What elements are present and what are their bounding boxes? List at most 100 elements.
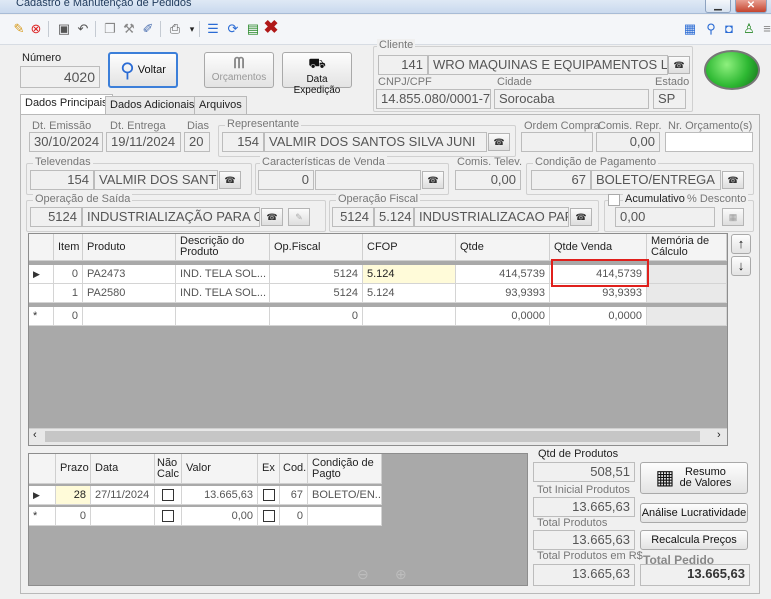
cod-cell[interactable]: 67	[280, 486, 308, 505]
col-opfiscal[interactable]: Op.Fiscal	[270, 234, 363, 261]
col-produto[interactable]: Produto	[83, 234, 176, 261]
cfop-cell[interactable]	[363, 307, 456, 326]
export-icon[interactable]: ▤	[244, 19, 262, 39]
cond-pagamento-name[interactable]: BOLETO/ENTREGA	[591, 170, 721, 190]
descricao-cell[interactable]: IND. TELA SOL...	[176, 284, 270, 303]
minimize-button[interactable]: ▁	[705, 0, 731, 13]
scroll-left-icon[interactable]: ‹	[33, 429, 37, 441]
cancel-icon[interactable]: ⊗	[27, 19, 45, 39]
menu-icon[interactable]: ≡	[758, 19, 771, 39]
window-icon[interactable]: ◘	[720, 19, 738, 39]
pencil-icon[interactable]: ✐	[139, 19, 157, 39]
representante-code[interactable]: 154	[222, 132, 264, 152]
caracteristicas-lookup-button[interactable]: ☎	[422, 171, 444, 189]
data-cell[interactable]: 27/11/2024	[91, 486, 155, 505]
item-cell[interactable]: 0	[54, 265, 83, 284]
col-item[interactable]: Item	[54, 234, 83, 261]
televendas-code[interactable]: 154	[30, 170, 94, 190]
undo-icon[interactable]: ↶	[74, 19, 92, 39]
caracteristicas-code[interactable]: 0	[258, 170, 314, 190]
item-cell[interactable]: 0	[54, 307, 83, 326]
refresh-icon[interactable]: ⟳	[224, 19, 242, 39]
comis-telev-field[interactable]: 0,00	[455, 170, 521, 190]
col-qtde-venda[interactable]: Qtde Venda	[550, 234, 647, 261]
produto-cell[interactable]: PA2580	[83, 284, 176, 303]
op-saida-name[interactable]: INDUSTRIALIZAÇÃO PARA OU	[82, 207, 260, 227]
col-nao-calc[interactable]: Não Calc	[155, 454, 182, 484]
row-marker[interactable]	[29, 284, 54, 303]
orcamentos-button[interactable]: ᗰ Orçamentos	[204, 52, 274, 88]
qtde-cell[interactable]: 414,5739	[456, 265, 550, 284]
desconto-calc-button[interactable]: ▦	[722, 208, 744, 226]
cond-pagamento-code[interactable]: 67	[531, 170, 591, 190]
representante-lookup-button[interactable]: ☎	[488, 133, 510, 151]
col-memoria[interactable]: Memória de Cálculo	[647, 234, 727, 261]
tools-icon[interactable]: ⚒	[120, 19, 138, 39]
col-data[interactable]: Data	[91, 454, 155, 484]
opfiscal-cell[interactable]: 5124	[270, 265, 363, 284]
col-cfop[interactable]: CFOP	[363, 234, 456, 261]
col-prazo[interactable]: Prazo	[56, 454, 91, 484]
close-window-button[interactable]: ✕	[735, 0, 767, 13]
col-valor[interactable]: Valor	[182, 454, 258, 484]
condicao-cell[interactable]: BOLETO/EN...	[308, 486, 382, 505]
opfiscal-cell[interactable]: 5124	[270, 284, 363, 303]
op-fiscal-name[interactable]: INDUSTRIALIZACAO PAR	[414, 207, 569, 227]
valor-cell[interactable]: 0,00	[182, 507, 258, 526]
item-cell[interactable]: 1	[54, 284, 83, 303]
cond-pagamento-lookup-button[interactable]: ☎	[722, 171, 744, 189]
new-row-marker[interactable]: *	[29, 507, 56, 526]
descricao-cell[interactable]	[176, 307, 270, 326]
nao-calc-checkbox[interactable]	[155, 507, 182, 526]
ex-checkbox[interactable]	[258, 507, 280, 526]
numero-field[interactable]: 4020	[20, 66, 100, 88]
voltar-button[interactable]: ⚲ Voltar	[108, 52, 178, 88]
comis-repr-field[interactable]: 0,00	[596, 132, 660, 152]
analise-lucratividade-button[interactable]: Análise Lucratividade	[640, 503, 748, 523]
valor-cell[interactable]: 13.665,63	[182, 486, 258, 505]
acumulativo-checkbox[interactable]	[608, 194, 620, 206]
row-marker[interactable]: ▶	[29, 265, 54, 284]
zoom-in-icon[interactable]: ⊕	[395, 566, 407, 583]
memoria-cell[interactable]	[647, 307, 727, 326]
col-condicao[interactable]: Condição de Pagto	[308, 454, 382, 484]
zoom-out-icon[interactable]: ⊖	[357, 566, 369, 583]
op-saida-lookup-button[interactable]: ☎	[261, 208, 283, 226]
tab-arquivos[interactable]: Arquivos	[194, 96, 247, 114]
dias-field[interactable]: 20	[184, 132, 210, 152]
prazo-cell[interactable]: 28	[56, 486, 91, 505]
recalcula-precos-button[interactable]: Recalcula Preços	[640, 530, 748, 550]
qtde-cell[interactable]: 93,9393	[456, 284, 550, 303]
ordem-compra-field[interactable]	[521, 132, 593, 152]
col-cod[interactable]: Cod.	[280, 454, 308, 484]
op-fiscal-lookup-button[interactable]: ☎	[570, 208, 592, 226]
ex-checkbox[interactable]	[258, 486, 280, 505]
estado-field[interactable]: SP	[653, 89, 686, 109]
memoria-cell[interactable]	[647, 265, 727, 284]
tab-dados-adicionais[interactable]: Dados Adicionais	[105, 96, 200, 114]
qtde-cell[interactable]: 0,0000	[456, 307, 550, 326]
new-row-marker[interactable]: *	[29, 307, 54, 326]
representante-name[interactable]: VALMIR DOS SANTOS SILVA JUNI	[264, 132, 487, 152]
cliente-name[interactable]: WRO MAQUINAS E EQUIPAMENTOS LT	[428, 55, 668, 75]
op-saida-code[interactable]: 5124	[30, 207, 82, 227]
qtde-venda-cell[interactable]: 0,0000	[550, 307, 647, 326]
caracteristicas-name[interactable]	[315, 170, 421, 190]
op-fiscal-code[interactable]: 5124	[332, 207, 374, 227]
search-settings-icon[interactable]: ⚲	[702, 19, 720, 39]
cnpj-field[interactable]: 14.855.080/0001-71	[376, 89, 491, 109]
produto-cell[interactable]: PA2473	[83, 265, 176, 284]
op-fiscal-cfop[interactable]: 5.124	[374, 207, 414, 227]
tab-dados-principais[interactable]: Dados Principais	[20, 94, 113, 115]
cliente-lookup-button[interactable]: ☎	[668, 56, 690, 74]
dt-entrega-field[interactable]: 19/11/2024	[106, 132, 181, 152]
nao-calc-checkbox[interactable]	[155, 486, 182, 505]
cfop-cell[interactable]: 5.124	[363, 265, 456, 284]
prazo-cell[interactable]: 0	[56, 507, 91, 526]
scroll-right-icon[interactable]: ›	[717, 429, 721, 441]
descricao-cell[interactable]: IND. TELA SOL...	[176, 265, 270, 284]
data-cell[interactable]	[91, 507, 155, 526]
col-qtde[interactable]: Qtde	[456, 234, 550, 261]
resumo-valores-button[interactable]: ▦ Resumo de Valores	[640, 462, 748, 494]
nr-orcamento-field[interactable]	[665, 132, 753, 152]
